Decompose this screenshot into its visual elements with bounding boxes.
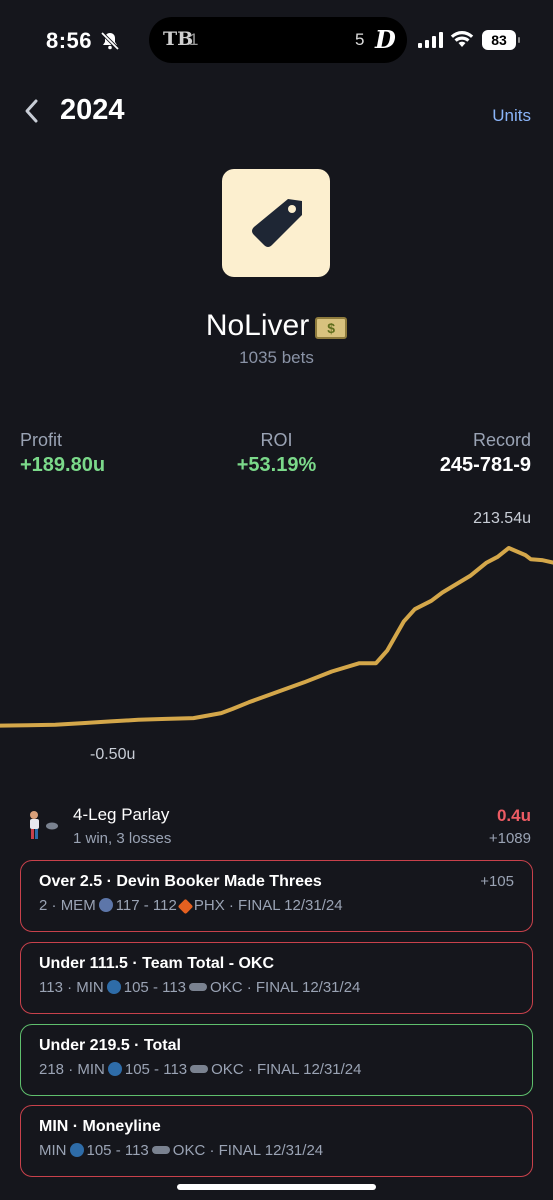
parlay-amount: 0.4u <box>496 806 531 825</box>
leg-team-b-final: OKC · FINAL 12/31/24 <box>172 1142 324 1159</box>
leg-title: Over 2.5 · Devin Booker Made Threes <box>39 873 322 890</box>
okc-logo-icon <box>190 1065 209 1073</box>
min-logo-icon <box>107 1062 122 1076</box>
leg-title: Under 111.5 · Team Total - OKC <box>39 955 275 972</box>
parlay-title: 4-Leg Parlay <box>73 805 170 824</box>
username: NoLiver $ <box>0 309 553 343</box>
status-time: 8:56 <box>46 28 93 53</box>
profit-line-chart[interactable] <box>0 506 553 776</box>
leg-result-value: 218 · <box>39 1061 78 1078</box>
dynamic-island-score[interactable]: TB 1 5 D <box>149 17 407 63</box>
leg-team-a: MIN <box>39 1142 67 1159</box>
leg-game-line: 218 · MIN 105 - 113 OKC · FINAL 12/31/24 <box>39 1061 362 1078</box>
username-text: NoLiver <box>205 309 310 342</box>
leg-score: 117 - 112 <box>115 897 177 914</box>
page-title: 2024 <box>60 94 125 126</box>
leg-game-line: 2 · MEM 117 - 112 PHX · FINAL 12/31/24 <box>39 897 343 915</box>
phx-logo-icon <box>177 898 194 915</box>
bell-muted-icon <box>100 31 120 51</box>
tigers-logo: D <box>375 25 396 54</box>
avatar <box>222 169 330 277</box>
signal-icon <box>418 32 443 48</box>
leg-team-a: MEM <box>60 897 96 914</box>
chart-series-line <box>0 546 553 728</box>
leg-result-value: 113 · <box>39 979 77 996</box>
leg-title: MIN · Moneyline <box>39 1118 161 1135</box>
leg-team-a: MIN <box>76 979 104 996</box>
leg-team-b-final: PHX · FINAL 12/31/24 <box>193 897 343 914</box>
parlay-leg-card[interactable]: Over 2.5 · Devin Booker Made Threes +105 2… <box>20 860 533 932</box>
record-label: Record <box>472 430 531 450</box>
parlay-leg-card[interactable]: Under 219.5 · Total 218 · MIN 105 - 113 OKC… <box>20 1024 533 1096</box>
parlay-odds: +1089 <box>488 830 531 847</box>
record-value: 245-781-9 <box>439 454 531 476</box>
battery-indicator: 83 <box>482 30 520 50</box>
leg-team-a: MIN <box>77 1061 105 1078</box>
parlay-subtitle: 1 win, 3 losses <box>73 830 172 847</box>
nba-player-icon <box>30 811 58 839</box>
parlay-leg-card[interactable]: Under 111.5 · Team Total - OKC 113 · MIN 1… <box>20 942 533 1014</box>
leg-team-b-final: OKC · FINAL 12/31/24 <box>210 979 361 996</box>
leg-score: 105 - 113 <box>124 1061 188 1078</box>
wifi-icon <box>450 31 474 47</box>
min-logo-icon <box>69 1143 84 1157</box>
mem-logo-icon <box>98 898 113 912</box>
chart-min-label: -0.50u <box>90 746 136 763</box>
okc-logo-icon <box>189 983 208 991</box>
bet-count: 1035 bets <box>239 348 314 367</box>
tag-icon <box>252 199 302 247</box>
money-emoji-icon: $ <box>315 317 348 339</box>
parlay-leg-card[interactable]: MIN · Moneyline MIN 105 - 113 OKC · FINAL 1… <box>20 1105 533 1177</box>
leg-title: Under 219.5 · Total <box>39 1037 181 1054</box>
leg-odds: +105 <box>480 873 514 890</box>
leg-result-value: 2 · <box>39 897 61 914</box>
leg-score: 105 - 113 <box>86 1142 149 1159</box>
right-score: 5 <box>355 30 365 49</box>
leg-score: 105 - 113 <box>123 979 187 996</box>
okc-logo-icon <box>151 1146 170 1154</box>
min-logo-icon <box>106 980 121 994</box>
left-score: 1 <box>189 30 199 49</box>
leg-game-line: MIN 105 - 113 OKC · FINAL 12/31/24 <box>39 1142 323 1159</box>
back-chevron-icon[interactable] <box>22 98 42 124</box>
home-indicator[interactable] <box>177 1184 376 1190</box>
units-button[interactable]: Units <box>492 106 531 126</box>
leg-team-b-final: OKC · FINAL 12/31/24 <box>211 1061 362 1078</box>
status-bar: 8:56 TB 1 5 D 83 <box>0 0 553 80</box>
roi-label: ROI <box>260 430 293 450</box>
leg-game-line: 113 · MIN 105 - 113 OKC · FINAL 12/31/24 <box>39 979 360 996</box>
